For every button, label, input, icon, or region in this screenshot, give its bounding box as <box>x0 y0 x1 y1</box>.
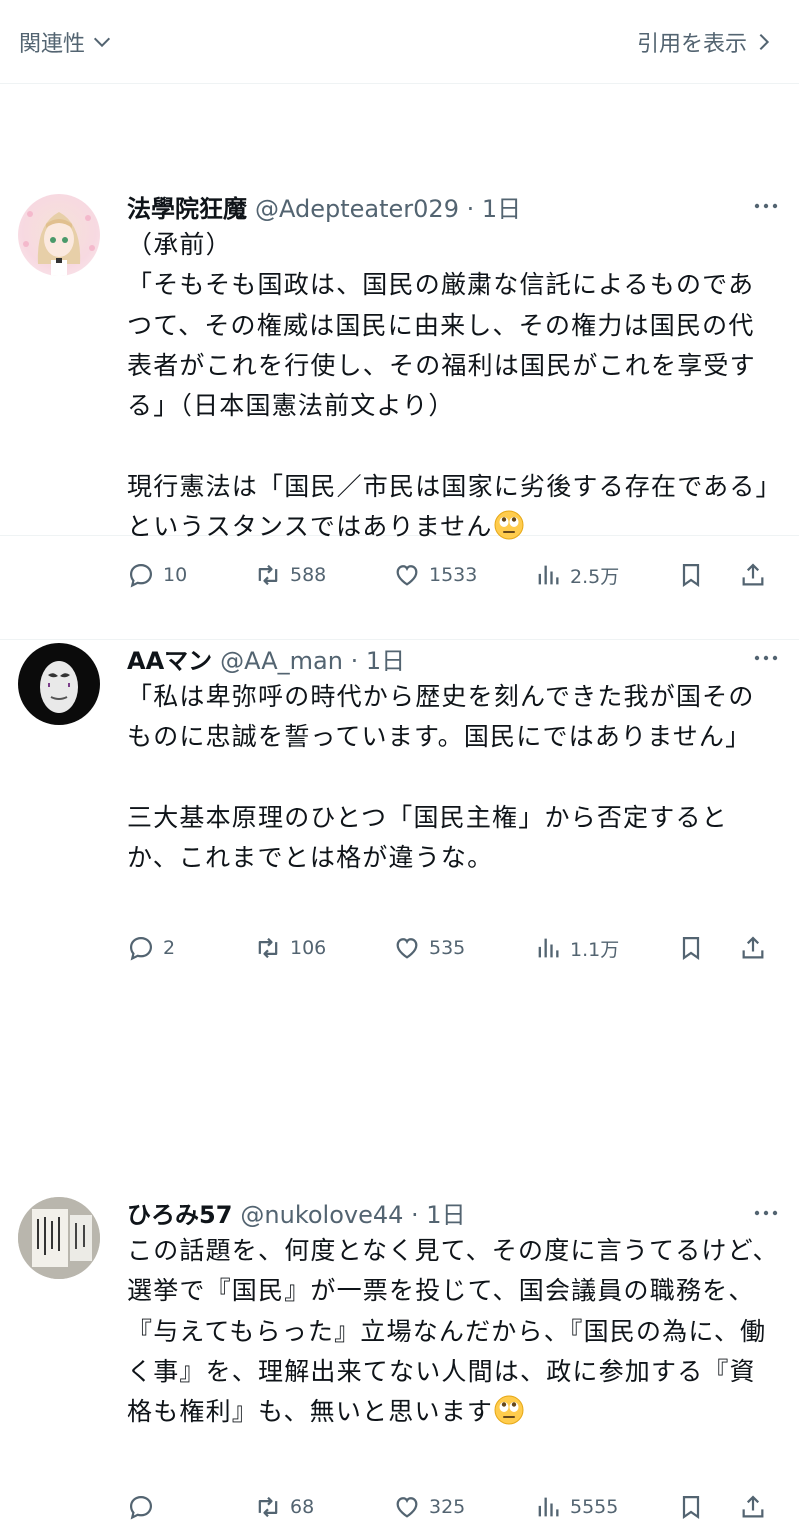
more-options-icon[interactable] <box>751 1198 781 1228</box>
conversation-header: 関連性 引用を表示 <box>0 0 799 84</box>
view-count: 5555 <box>570 1496 619 1518</box>
display-name[interactable]: ひろみ57 <box>127 1195 232 1230</box>
chevron-right-icon <box>759 33 770 50</box>
avatar[interactable] <box>18 1197 100 1279</box>
sort-dropdown[interactable]: 関連性 <box>19 26 113 58</box>
reply-button[interactable] <box>127 1493 254 1521</box>
like-count: 325 <box>429 1496 466 1518</box>
heart-icon <box>396 1497 418 1518</box>
retweet-button[interactable]: 68 <box>254 1493 393 1521</box>
share-button[interactable] <box>739 1493 767 1521</box>
view-quotes-label: 引用を表示 <box>636 31 747 57</box>
views-chart-icon <box>538 1497 559 1517</box>
bookmark-icon <box>682 1495 700 1520</box>
tweet-header: ひろみ57 @nukolove44 · 1日 <box>127 1193 779 1231</box>
like-button[interactable]: 325 <box>393 1493 534 1521</box>
bookmark-button[interactable] <box>677 1493 739 1521</box>
tweet[interactable]: ひろみ57 @nukolove44 · 1日 この話題を、何度となく見て、その度… <box>0 266 799 1520</box>
handle-and-time[interactable]: @nukolove44 · 1日 <box>240 1195 465 1230</box>
retweet-icon <box>258 1496 278 1518</box>
sort-label: 関連性 <box>19 31 86 57</box>
view-quotes-link[interactable]: 引用を表示 <box>637 26 775 58</box>
tweet-text: この話題を、何度となく見て、その度に言うてるけど、選挙で『国民』が一票を投じて、… <box>127 1231 779 1432</box>
retweet-count: 68 <box>290 1496 315 1518</box>
reply-icon <box>129 1495 153 1520</box>
tweet-text-content: この話題を、何度となく見て、その度に言うてるけど、選挙で『国民』が一票を投じて、… <box>127 1236 779 1427</box>
views-button[interactable]: 5555 <box>534 1493 677 1521</box>
chevron-down-icon <box>93 37 111 47</box>
eye-roll-emoji-icon <box>494 1395 524 1425</box>
tweet-actions: 68 325 5555 <box>127 1493 779 1521</box>
calligraphy-photo-avatar-icon <box>18 1197 100 1279</box>
share-icon <box>742 1495 764 1518</box>
